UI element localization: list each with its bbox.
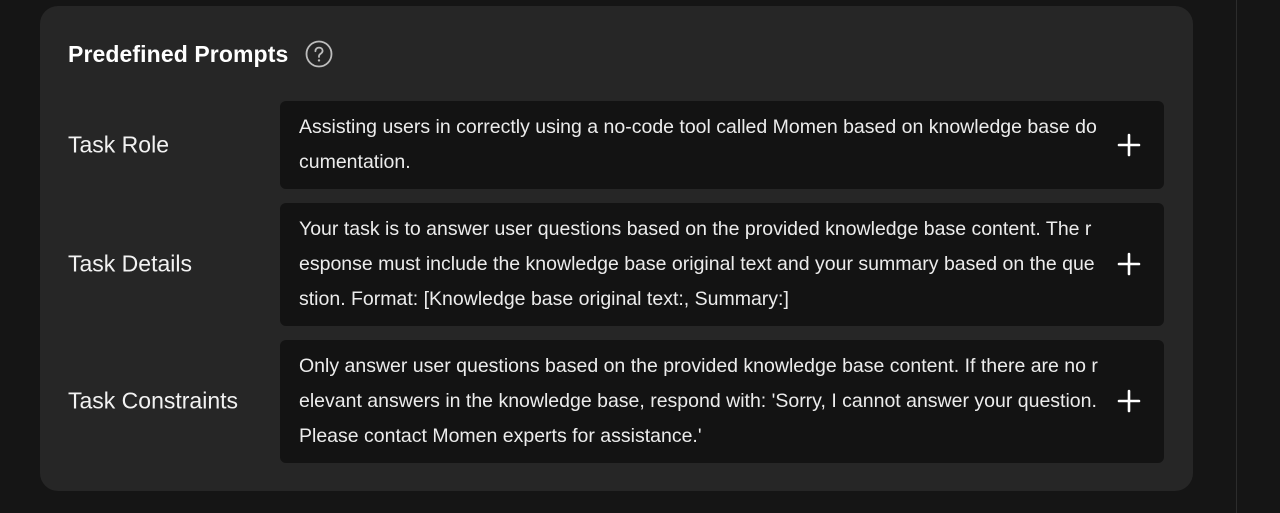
prompt-label: Task Role [68, 131, 169, 158]
prompt-row-task-details: Task Details Your task is to answer user… [40, 203, 1193, 326]
right-divider [1236, 0, 1237, 513]
prompt-text-box[interactable]: Your task is to answer user questions ba… [280, 203, 1164, 326]
plus-icon[interactable] [1116, 132, 1142, 158]
page: Predefined Prompts Task Role Assisting u… [0, 0, 1280, 513]
prompt-text: Assisting users in correctly using a no-… [299, 116, 1097, 173]
plus-icon[interactable] [1116, 251, 1142, 277]
prompt-label: Task Constraints [68, 387, 239, 414]
prompt-text-box[interactable]: Assisting users in correctly using a no-… [280, 101, 1164, 189]
prompt-row-task-role: Task Role Assisting users in correctly u… [40, 101, 1193, 189]
card-header: Predefined Prompts [68, 39, 333, 69]
question-circle-icon[interactable] [305, 40, 333, 68]
predefined-prompts-card: Predefined Prompts Task Role Assisting u… [40, 6, 1193, 491]
prompt-text: Your task is to answer user questions ba… [299, 218, 1095, 310]
prompt-row-task-constraints: Task Constraints Only answer user questi… [40, 340, 1193, 463]
prompt-text-box[interactable]: Only answer user questions based on the … [280, 340, 1164, 463]
prompt-label: Task Details [68, 250, 192, 277]
plus-icon[interactable] [1116, 388, 1142, 414]
prompt-text: Only answer user questions based on the … [299, 355, 1098, 447]
card-title: Predefined Prompts [68, 40, 289, 67]
